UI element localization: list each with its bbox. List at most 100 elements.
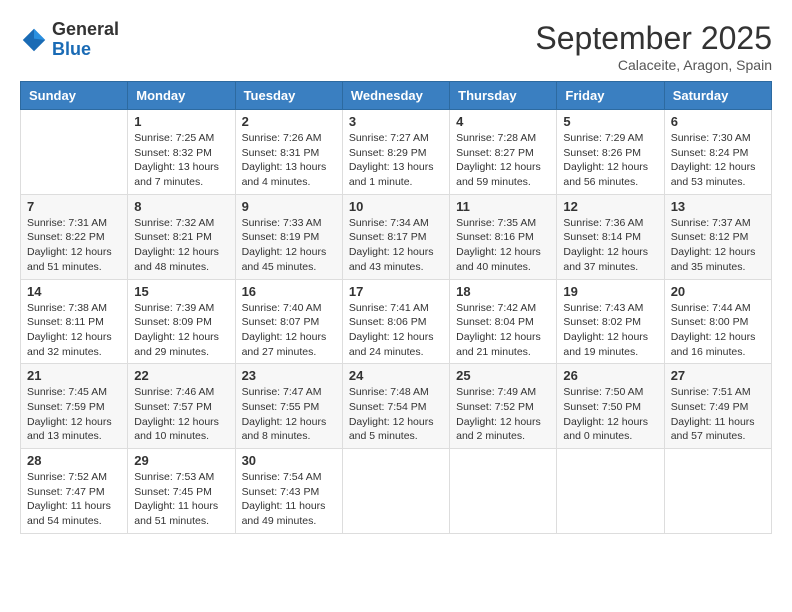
calendar-cell: 8 Sunrise: 7:32 AMSunset: 8:21 PMDaylight… (128, 194, 235, 279)
day-number: 19 (563, 284, 657, 299)
day-header-sunday: Sunday (21, 82, 128, 110)
day-number: 7 (27, 199, 121, 214)
day-info: Sunrise: 7:49 AMSunset: 7:52 PMDaylight:… (456, 385, 550, 444)
calendar-cell: 25 Sunrise: 7:49 AMSunset: 7:52 PMDayligh… (450, 364, 557, 449)
calendar-week-3: 14 Sunrise: 7:38 AMSunset: 8:11 PMDayligh… (21, 279, 772, 364)
calendar-cell: 18Sunrise: 7:42 AMSunset: 8:04 PMDayligh… (450, 279, 557, 364)
day-number: 2 (242, 114, 336, 129)
calendar-cell: 2Sunrise: 7:26 AMSunset: 8:31 PMDaylight… (235, 110, 342, 195)
day-number: 25 (456, 368, 550, 383)
day-info: Sunrise: 7:44 AMSunset: 8:00 PMDaylight:… (671, 301, 765, 360)
calendar-cell: 15 Sunrise: 7:39 AMSunset: 8:09 PMDayligh… (128, 279, 235, 364)
calendar-cell: 23 Sunrise: 7:47 AMSunset: 7:55 PMDayligh… (235, 364, 342, 449)
day-number: 10 (349, 199, 443, 214)
day-info: Sunrise: 7:37 AMSunset: 8:12 PMDaylight:… (671, 216, 765, 275)
day-number: 6 (671, 114, 765, 129)
day-info: Sunrise: 7:46 AMSunset: 7:57 PMDaylight:… (134, 385, 228, 444)
day-number: 13 (671, 199, 765, 214)
day-info: Sunrise: 7:35 AMSunset: 8:16 PMDaylight:… (456, 216, 550, 275)
calendar-week-5: 28Sunrise: 7:52 AMSunset: 7:47 PMDayligh… (21, 449, 772, 534)
logo-text: General Blue (52, 20, 119, 60)
day-number: 22 (134, 368, 228, 383)
calendar-week-4: 21 Sunrise: 7:45 AMSunset: 7:59 PMDayligh… (21, 364, 772, 449)
day-number: 12 (563, 199, 657, 214)
calendar-cell: 7 Sunrise: 7:31 AMSunset: 8:22 PMDaylight… (21, 194, 128, 279)
calendar-cell: 4 Sunrise: 7:28 AMSunset: 8:27 PMDaylight… (450, 110, 557, 195)
days-header-row: SundayMondayTuesdayWednesdayThursdayFrid… (21, 82, 772, 110)
day-header-friday: Friday (557, 82, 664, 110)
day-info: Sunrise: 7:54 AMSunset: 7:43 PMDaylight:… (242, 470, 336, 529)
day-info: Sunrise: 7:50 AMSunset: 7:50 PMDaylight:… (563, 385, 657, 444)
calendar-cell: 19 Sunrise: 7:43 AMSunset: 8:02 PMDayligh… (557, 279, 664, 364)
day-info: Sunrise: 7:28 AMSunset: 8:27 PMDaylight:… (456, 131, 550, 190)
day-info: Sunrise: 7:51 AMSunset: 7:49 PMDaylight:… (671, 385, 765, 444)
calendar-cell: 11 Sunrise: 7:35 AMSunset: 8:16 PMDayligh… (450, 194, 557, 279)
calendar-cell: 13 Sunrise: 7:37 AMSunset: 8:12 PMDayligh… (664, 194, 771, 279)
day-info: Sunrise: 7:33 AMSunset: 8:19 PMDaylight:… (242, 216, 336, 275)
logo: General Blue (20, 20, 119, 60)
calendar-week-2: 7 Sunrise: 7:31 AMSunset: 8:22 PMDaylight… (21, 194, 772, 279)
day-info: Sunrise: 7:43 AMSunset: 8:02 PMDaylight:… (563, 301, 657, 360)
calendar-cell: 5 Sunrise: 7:29 AMSunset: 8:26 PMDaylight… (557, 110, 664, 195)
day-number: 16 (242, 284, 336, 299)
logo-icon (20, 26, 48, 54)
day-number: 9 (242, 199, 336, 214)
day-info: Sunrise: 7:52 AMSunset: 7:47 PMDaylight:… (27, 470, 121, 529)
calendar-cell: 28Sunrise: 7:52 AMSunset: 7:47 PMDayligh… (21, 449, 128, 534)
day-info: Sunrise: 7:53 AMSunset: 7:45 PMDaylight:… (134, 470, 228, 529)
day-info: Sunrise: 7:39 AMSunset: 8:09 PMDaylight:… (134, 301, 228, 360)
calendar-cell: 16 Sunrise: 7:40 AMSunset: 8:07 PMDayligh… (235, 279, 342, 364)
calendar-cell: 6 Sunrise: 7:30 AMSunset: 8:24 PMDaylight… (664, 110, 771, 195)
day-header-tuesday: Tuesday (235, 82, 342, 110)
day-number: 17 (349, 284, 443, 299)
calendar-cell: 12Sunrise: 7:36 AMSunset: 8:14 PMDayligh… (557, 194, 664, 279)
day-number: 26 (563, 368, 657, 383)
calendar-cell: 21 Sunrise: 7:45 AMSunset: 7:59 PMDayligh… (21, 364, 128, 449)
calendar-cell (450, 449, 557, 534)
day-number: 20 (671, 284, 765, 299)
day-number: 8 (134, 199, 228, 214)
day-number: 18 (456, 284, 550, 299)
calendar-cell: 17Sunrise: 7:41 AMSunset: 8:06 PMDayligh… (342, 279, 449, 364)
calendar-cell: 10Sunrise: 7:34 AMSunset: 8:17 PMDayligh… (342, 194, 449, 279)
day-info: Sunrise: 7:38 AMSunset: 8:11 PMDaylight:… (27, 301, 121, 360)
day-info: Sunrise: 7:29 AMSunset: 8:26 PMDaylight:… (563, 131, 657, 190)
day-number: 3 (349, 114, 443, 129)
day-info: Sunrise: 7:48 AMSunset: 7:54 PMDaylight:… (349, 385, 443, 444)
day-number: 4 (456, 114, 550, 129)
day-number: 14 (27, 284, 121, 299)
calendar-cell: 22 Sunrise: 7:46 AMSunset: 7:57 PMDayligh… (128, 364, 235, 449)
day-number: 23 (242, 368, 336, 383)
day-info: Sunrise: 7:25 AMSunset: 8:32 PMDaylight:… (134, 131, 228, 190)
day-header-wednesday: Wednesday (342, 82, 449, 110)
day-number: 1 (134, 114, 228, 129)
calendar-table: SundayMondayTuesdayWednesdayThursdayFrid… (20, 81, 772, 534)
calendar-cell: 14 Sunrise: 7:38 AMSunset: 8:11 PMDayligh… (21, 279, 128, 364)
day-number: 11 (456, 199, 550, 214)
calendar-cell: 30 Sunrise: 7:54 AMSunset: 7:43 PMDayligh… (235, 449, 342, 534)
day-info: Sunrise: 7:31 AMSunset: 8:22 PMDaylight:… (27, 216, 121, 275)
day-number: 30 (242, 453, 336, 468)
page-header: General Blue September 2025 Calaceite, A… (20, 20, 772, 73)
calendar-cell (342, 449, 449, 534)
calendar-cell: 26 Sunrise: 7:50 AMSunset: 7:50 PMDayligh… (557, 364, 664, 449)
day-info: Sunrise: 7:32 AMSunset: 8:21 PMDaylight:… (134, 216, 228, 275)
day-number: 27 (671, 368, 765, 383)
calendar-cell (21, 110, 128, 195)
day-info: Sunrise: 7:45 AMSunset: 7:59 PMDaylight:… (27, 385, 121, 444)
calendar-cell: 29 Sunrise: 7:53 AMSunset: 7:45 PMDayligh… (128, 449, 235, 534)
day-info: Sunrise: 7:40 AMSunset: 8:07 PMDaylight:… (242, 301, 336, 360)
day-header-thursday: Thursday (450, 82, 557, 110)
day-number: 29 (134, 453, 228, 468)
day-number: 5 (563, 114, 657, 129)
calendar-cell: 9 Sunrise: 7:33 AMSunset: 8:19 PMDaylight… (235, 194, 342, 279)
day-info: Sunrise: 7:47 AMSunset: 7:55 PMDaylight:… (242, 385, 336, 444)
calendar-cell: 20 Sunrise: 7:44 AMSunset: 8:00 PMDayligh… (664, 279, 771, 364)
day-number: 21 (27, 368, 121, 383)
day-number: 15 (134, 284, 228, 299)
day-header-saturday: Saturday (664, 82, 771, 110)
day-info: Sunrise: 7:30 AMSunset: 8:24 PMDaylight:… (671, 131, 765, 190)
day-info: Sunrise: 7:27 AMSunset: 8:29 PMDaylight:… (349, 131, 443, 190)
calendar-cell: 3 Sunrise: 7:27 AMSunset: 8:29 PMDaylight… (342, 110, 449, 195)
calendar-cell (664, 449, 771, 534)
